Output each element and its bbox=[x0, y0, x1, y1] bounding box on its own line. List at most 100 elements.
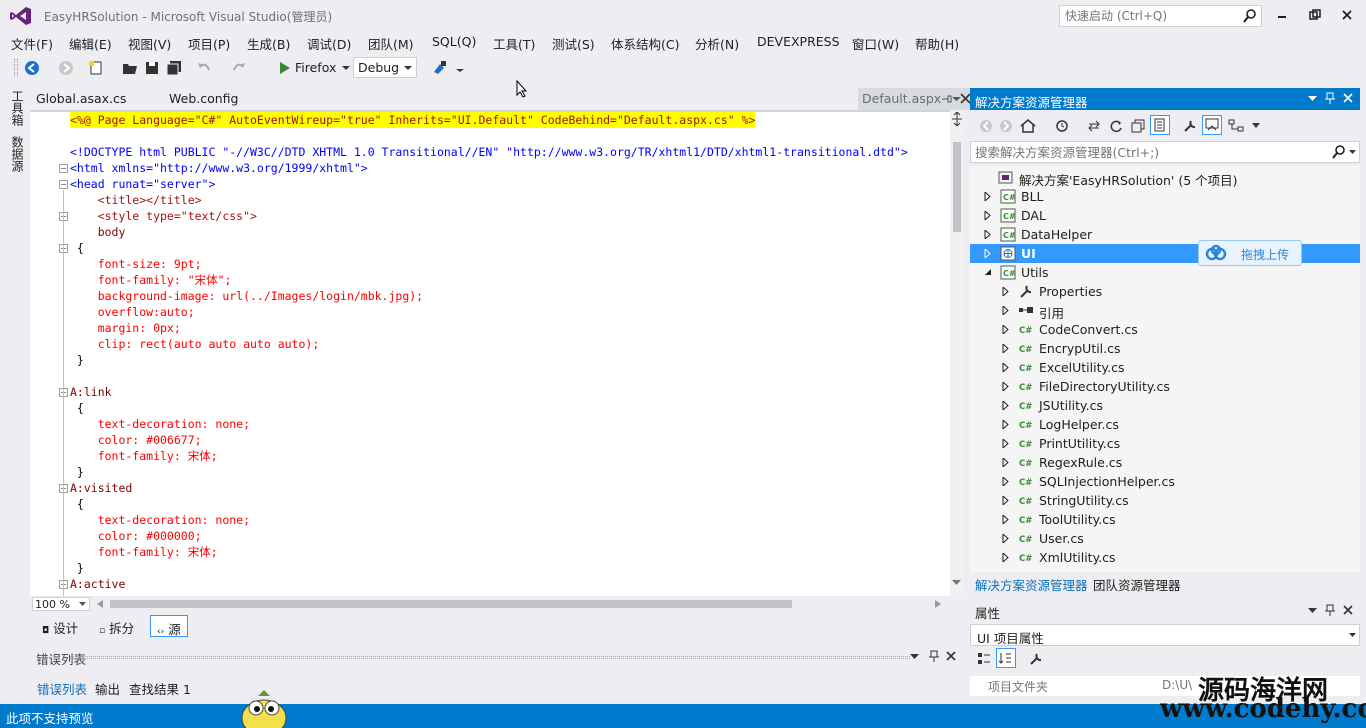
tree-item[interactable]: C# FileDirectoryUtility.cs bbox=[970, 377, 1360, 396]
tab-error-list[interactable]: 错误列表 bbox=[37, 679, 87, 698]
property-pages-wrench-icon[interactable] bbox=[1026, 649, 1046, 669]
pin-icon[interactable] bbox=[1325, 604, 1335, 616]
chevron-down-icon[interactable] bbox=[1308, 608, 1317, 614]
code-line[interactable]: <head runat="server"> bbox=[70, 176, 215, 192]
chevron-down-icon[interactable] bbox=[1349, 150, 1356, 155]
code-line[interactable]: background-image: url(../Images/login/mb… bbox=[70, 288, 423, 304]
show-all-files-icon[interactable] bbox=[1150, 115, 1170, 135]
tree-item[interactable]: C# XmlUtility.cs bbox=[970, 548, 1360, 567]
tree-item[interactable]: C# LogHelper.cs bbox=[970, 415, 1360, 434]
source-view-button[interactable]: ‹› 源 bbox=[150, 615, 188, 637]
code-line[interactable]: A:link bbox=[70, 384, 112, 400]
redo-icon[interactable] bbox=[229, 58, 249, 78]
tree-item[interactable]: C# Utils bbox=[970, 263, 1360, 282]
tree-item[interactable]: C# User.cs bbox=[970, 529, 1360, 548]
minimize-button[interactable] bbox=[1267, 4, 1297, 26]
menu-project[interactable]: 项目(P) bbox=[188, 34, 230, 53]
scroll-right-icon[interactable] bbox=[935, 600, 941, 608]
back-icon[interactable] bbox=[976, 116, 996, 136]
tab-output[interactable]: 输出 bbox=[95, 679, 120, 698]
tree-item[interactable]: C# EncrypUtil.cs bbox=[970, 339, 1360, 358]
split-view-button[interactable]: ▫ 拆分 bbox=[93, 615, 140, 637]
back-icon[interactable] bbox=[22, 58, 42, 78]
tree-item[interactable]: C# RegexRule.cs bbox=[970, 453, 1360, 472]
tree-item[interactable]: C# StringUtility.cs bbox=[970, 491, 1360, 510]
code-line[interactable]: body bbox=[70, 224, 126, 240]
menu-analyze[interactable]: 分析(N) bbox=[695, 34, 739, 53]
menu-view[interactable]: 视图(V) bbox=[128, 34, 171, 53]
tree-item[interactable]: C# BLL bbox=[970, 187, 1360, 206]
solution-search-input[interactable] bbox=[971, 142, 1321, 162]
close-icon[interactable] bbox=[1343, 93, 1353, 103]
search-icon[interactable] bbox=[1331, 144, 1347, 160]
menu-test[interactable]: 测试(S) bbox=[552, 34, 595, 53]
close-icon[interactable] bbox=[946, 651, 956, 661]
menu-debug[interactable]: 调试(D) bbox=[307, 34, 351, 53]
code-line[interactable]: { bbox=[70, 240, 84, 256]
upload-badge[interactable]: 拖拽上传 bbox=[1198, 240, 1302, 266]
code-line[interactable]: <style type="text/css"> bbox=[70, 208, 257, 224]
run-target-label[interactable]: Firefox bbox=[295, 60, 336, 75]
properties-wrench-icon[interactable] bbox=[1180, 116, 1200, 136]
code-line[interactable]: text-decoration: none; bbox=[70, 512, 250, 528]
chevron-down-icon[interactable] bbox=[1246, 116, 1266, 136]
forward-icon[interactable] bbox=[996, 116, 1016, 136]
code-line[interactable]: margin: 0px; bbox=[70, 320, 181, 336]
design-view-button[interactable]: ◘ 设计 bbox=[36, 615, 84, 637]
tree-item[interactable]: C# DAL bbox=[970, 206, 1360, 225]
refresh-icon[interactable] bbox=[1106, 116, 1126, 136]
open-file-icon[interactable] bbox=[120, 58, 140, 78]
tab-find-results[interactable]: 查找结果 1 bbox=[129, 679, 191, 698]
code-line[interactable]: <!DOCTYPE html PUBLIC "-//W3C//DTD XHTML… bbox=[70, 144, 908, 160]
solution-search-box[interactable] bbox=[970, 141, 1360, 163]
code-line[interactable]: <%@ Page Language="C#" AutoEventWireup="… bbox=[70, 112, 756, 128]
home-icon[interactable] bbox=[1018, 116, 1038, 136]
code-line[interactable]: font-family: 宋体; bbox=[70, 544, 218, 560]
menu-tools[interactable]: 工具(T) bbox=[493, 34, 535, 53]
horizontal-scroll-thumb[interactable] bbox=[110, 600, 792, 608]
tab-list-dropdown-icon[interactable] bbox=[952, 96, 961, 102]
menu-build[interactable]: 生成(B) bbox=[247, 34, 290, 53]
tab-solution-explorer[interactable]: 解决方案资源管理器 bbox=[975, 575, 1088, 594]
code-line[interactable]: <title></title> bbox=[70, 192, 202, 208]
sync-icon[interactable] bbox=[1084, 116, 1104, 136]
code-line[interactable]: clip: rect(auto auto auto auto); bbox=[70, 336, 320, 352]
code-line[interactable]: A:active bbox=[70, 576, 125, 592]
tab-team-explorer[interactable]: 团队资源管理器 bbox=[1093, 575, 1181, 594]
code-line[interactable]: { bbox=[70, 496, 84, 512]
search-icon[interactable] bbox=[1242, 8, 1258, 24]
code-line[interactable]: } bbox=[70, 352, 84, 368]
code-line[interactable]: <html xmlns="http://www.w3.org/1999/xhtm… bbox=[70, 160, 368, 176]
pin-icon[interactable] bbox=[1325, 92, 1335, 104]
code-line[interactable]: text-decoration: none; bbox=[70, 416, 250, 432]
menu-edit[interactable]: 编辑(E) bbox=[69, 34, 112, 53]
fold-toggle-icon[interactable]: − bbox=[59, 164, 68, 173]
tree-item[interactable]: C# SQLInjectionHelper.cs bbox=[970, 472, 1360, 491]
tab-web-config[interactable]: Web.config bbox=[169, 91, 238, 106]
save-all-icon[interactable] bbox=[164, 58, 184, 78]
vertical-scroll-thumb[interactable] bbox=[953, 142, 961, 232]
scroll-down-icon[interactable] bbox=[952, 580, 961, 586]
code-line[interactable]: } bbox=[70, 464, 84, 480]
collapse-all-icon[interactable] bbox=[1128, 116, 1148, 136]
start-debugging-icon[interactable] bbox=[274, 58, 294, 78]
pending-changes-icon[interactable] bbox=[1052, 116, 1072, 136]
properties-object-select[interactable]: UI 项目属性 bbox=[970, 624, 1360, 646]
toolbar-overflow-icon[interactable] bbox=[450, 58, 470, 78]
panel-grip[interactable] bbox=[70, 656, 910, 659]
code-line[interactable]: color: #006677; bbox=[70, 432, 202, 448]
menu-sql[interactable]: SQL(Q) bbox=[432, 34, 476, 49]
tree-item[interactable]: C# ToolUtility.cs bbox=[970, 510, 1360, 529]
tree-item[interactable]: 解决方案'EasyHRSolution' (5 个项目) bbox=[970, 168, 1360, 188]
quick-launch-box[interactable] bbox=[1059, 5, 1262, 27]
tree-item[interactable]: C# JSUtility.cs bbox=[970, 396, 1360, 415]
alphabetical-icon[interactable] bbox=[996, 648, 1016, 668]
pin-icon[interactable] bbox=[929, 650, 939, 662]
class-diagram-icon[interactable] bbox=[1226, 116, 1246, 136]
menu-file[interactable]: 文件(F) bbox=[11, 34, 53, 53]
menu-help[interactable]: 帮助(H) bbox=[915, 34, 959, 53]
menu-team[interactable]: 团队(M) bbox=[368, 34, 414, 53]
new-project-icon[interactable] bbox=[86, 58, 106, 78]
chevron-down-icon[interactable] bbox=[1308, 96, 1317, 102]
zoom-select[interactable]: 100 % bbox=[32, 597, 90, 611]
